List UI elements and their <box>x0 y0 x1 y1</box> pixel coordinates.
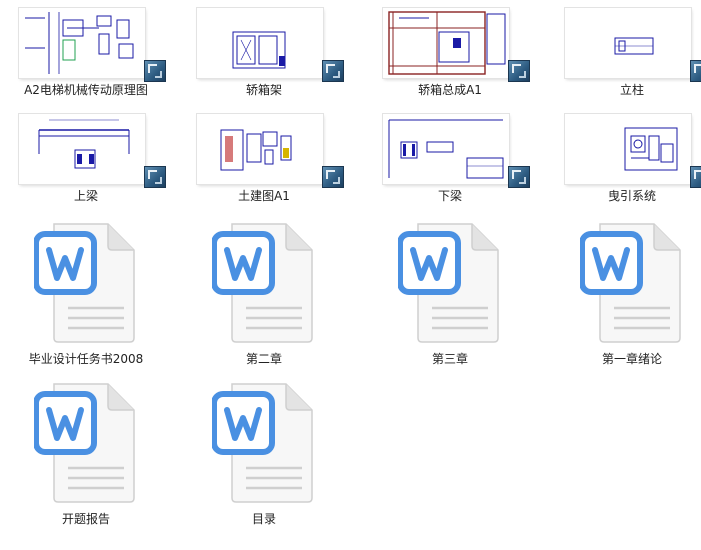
file-name: 曳引系统 <box>607 189 656 203</box>
cad-drawing-file-icon <box>178 106 350 188</box>
file-name: 第二章 <box>245 352 282 366</box>
file-name: A2电梯机械传动原理图 <box>24 83 148 97</box>
cad-drawing-file-icon <box>178 0 350 82</box>
cad-drawing-file-icon <box>364 0 536 82</box>
cad-drawing-file-icon <box>546 0 701 82</box>
word-document-icon <box>212 380 316 504</box>
word-document-icon <box>212 220 316 344</box>
file-name: 目录 <box>251 512 276 526</box>
file-item[interactable]: 目录 <box>178 380 350 550</box>
file-item[interactable]: 第三章 <box>364 220 536 390</box>
cad-drawing-file-icon <box>364 106 536 188</box>
file-name: 下梁 <box>437 189 462 203</box>
file-name: 轿箱总成A1 <box>418 83 482 97</box>
file-name: 上梁 <box>73 189 98 203</box>
file-item[interactable]: 毕业设计任务书2008 <box>0 220 172 390</box>
file-item[interactable]: 第一章绪论 <box>546 220 701 390</box>
word-document-icon <box>34 380 138 504</box>
file-name: 毕业设计任务书2008 <box>28 352 144 366</box>
file-item[interactable]: 开题报告 <box>0 380 172 550</box>
file-name: 轿箱架 <box>245 83 282 97</box>
word-document-icon <box>398 220 502 344</box>
word-document-icon <box>34 220 138 344</box>
file-name: 第一章绪论 <box>601 352 662 366</box>
word-document-icon <box>580 220 684 344</box>
file-name: 开题报告 <box>61 512 110 526</box>
cad-drawing-file-icon <box>0 106 172 188</box>
file-name: 第三章 <box>431 352 468 366</box>
file-name: 土建图A1 <box>238 189 290 203</box>
file-item[interactable]: 第二章 <box>178 220 350 390</box>
file-name: 立柱 <box>619 83 644 97</box>
cad-drawing-file-icon <box>0 0 172 82</box>
cad-drawing-file-icon <box>546 106 701 188</box>
